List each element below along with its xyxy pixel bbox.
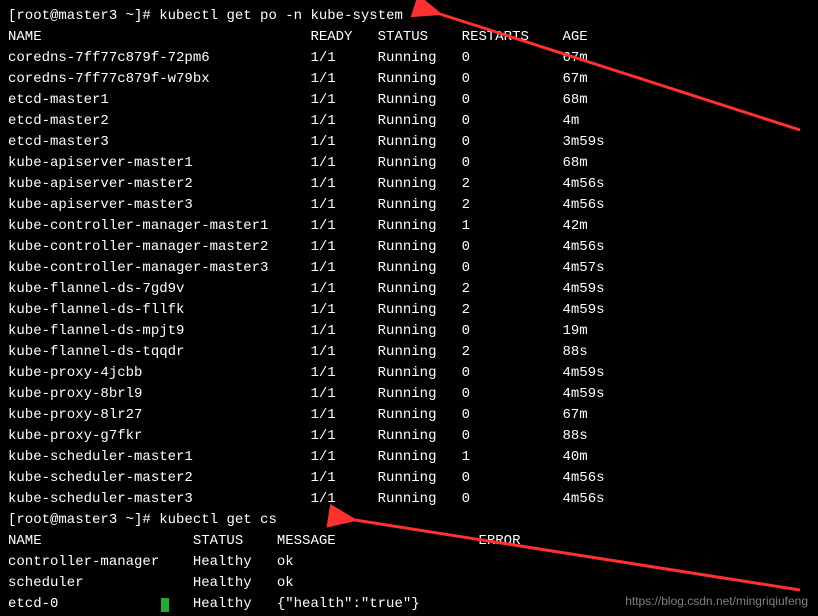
pod-row: kube-apiserver-master2 1/1 Running 2 4m5… [8,174,810,195]
pod-row: kube-controller-manager-master3 1/1 Runn… [8,258,810,279]
cs-header: NAME STATUS MESSAGE ERROR [8,531,810,552]
pod-row: kube-scheduler-master1 1/1 Running 1 40m [8,447,810,468]
pod-row: kube-proxy-g7fkr 1/1 Running 0 88s [8,426,810,447]
pod-row: etcd-master3 1/1 Running 0 3m59s [8,132,810,153]
pod-row: coredns-7ff77c879f-w79bx 1/1 Running 0 6… [8,69,810,90]
prompt-prefix: [root@master3 ~]# [8,512,159,528]
terminal-cursor [161,598,169,612]
cs-row: controller-manager Healthy ok [8,552,810,573]
watermark-text: https://blog.csdn.net/mingriqiufeng [625,591,808,612]
pod-row: kube-apiserver-master1 1/1 Running 0 68m [8,153,810,174]
pod-row: kube-scheduler-master2 1/1 Running 0 4m5… [8,468,810,489]
prompt-line-2: [root@master3 ~]# kubectl get cs [8,510,810,531]
pods-header: NAME READY STATUS RESTARTS AGE [8,27,810,48]
pod-row: kube-flannel-ds-mpjt9 1/1 Running 0 19m [8,321,810,342]
pod-row: kube-proxy-8lr27 1/1 Running 0 67m [8,405,810,426]
pod-row: coredns-7ff77c879f-72pm6 1/1 Running 0 6… [8,48,810,69]
prompt-prefix: [root@master3 ~]# [8,8,159,24]
pod-row: kube-controller-manager-master2 1/1 Runn… [8,237,810,258]
command-text: kubectl get cs [159,512,277,528]
pod-row: kube-scheduler-master3 1/1 Running 0 4m5… [8,489,810,510]
pod-row: kube-flannel-ds-fllfk 1/1 Running 2 4m59… [8,300,810,321]
pod-row: etcd-master2 1/1 Running 0 4m [8,111,810,132]
pod-row: kube-flannel-ds-tqqdr 1/1 Running 2 88s [8,342,810,363]
command-text: kubectl get po -n kube-system [159,8,403,24]
pod-row: kube-proxy-4jcbb 1/1 Running 0 4m59s [8,363,810,384]
pod-row: etcd-master1 1/1 Running 0 68m [8,90,810,111]
prompt-line-1: [root@master3 ~]# kubectl get po -n kube… [8,6,810,27]
terminal-output[interactable]: [root@master3 ~]# kubectl get po -n kube… [0,0,818,616]
pod-row: kube-proxy-8brl9 1/1 Running 0 4m59s [8,384,810,405]
pod-row: kube-apiserver-master3 1/1 Running 2 4m5… [8,195,810,216]
pod-row: kube-controller-manager-master1 1/1 Runn… [8,216,810,237]
pod-row: kube-flannel-ds-7gd9v 1/1 Running 2 4m59… [8,279,810,300]
